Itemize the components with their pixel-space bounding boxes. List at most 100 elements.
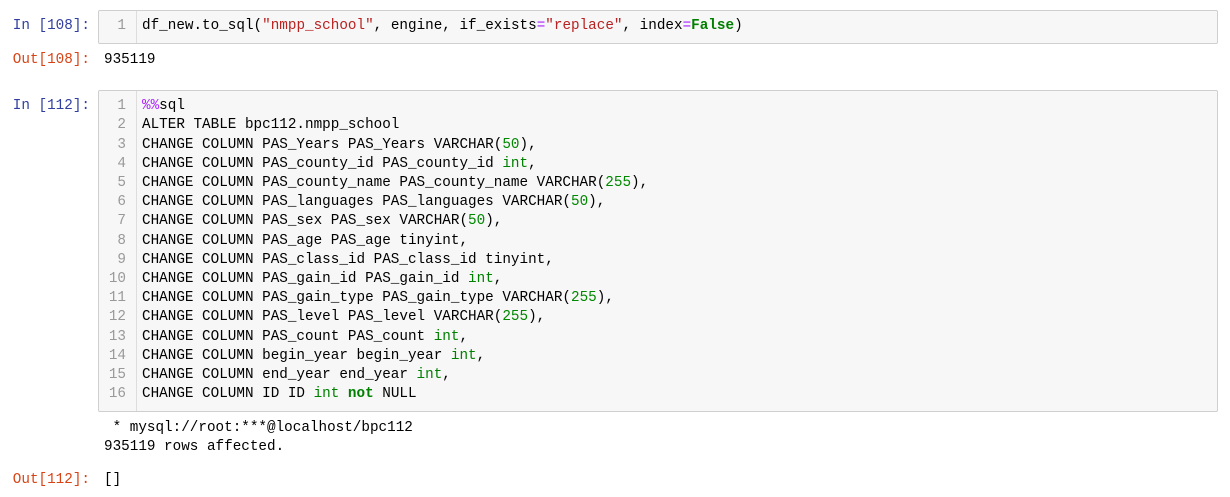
code-token: CHANGE COLUMN PAS_count PAS_count xyxy=(142,328,434,345)
code-token: int xyxy=(433,328,460,345)
result-text: 935119 xyxy=(104,52,156,69)
code-token: "replace" xyxy=(545,18,623,35)
code-line[interactable]: 7 CHANGE COLUMN PAS_sex PAS_sex VARCHAR(5… xyxy=(99,212,1217,231)
code-line[interactable]: 11 CHANGE COLUMN PAS_gain_type PAS_gain_t… xyxy=(99,289,1217,308)
line-number: 13 xyxy=(108,328,126,345)
code-token: ) xyxy=(734,18,743,35)
code-lines: 1 df_new.to_sql("nmpp_school", engine, if… xyxy=(99,17,1217,36)
line-number: 10 xyxy=(108,270,126,287)
code-token: ALTER TABLE bpc112.nmpp_school xyxy=(142,117,400,134)
code-line[interactable]: 15 CHANGE COLUMN end_year end_year int, xyxy=(99,366,1217,385)
code-token: , xyxy=(442,366,451,383)
code-text: CHANGE COLUMN PAS_languages PAS_language… xyxy=(137,193,605,212)
cell-input: In [112]: 1 %%sql 2 ALTER TABLE bpc112.nmpp… xyxy=(0,90,1230,412)
code-token: sql xyxy=(159,98,185,115)
code-token: int xyxy=(416,366,443,383)
line-number: 6 xyxy=(117,194,126,211)
code-token: NULL xyxy=(373,386,417,403)
code-token: 50 xyxy=(570,194,589,211)
code-token: int xyxy=(450,347,477,364)
line-number: 4 xyxy=(117,155,126,172)
line-number: 15 xyxy=(108,366,126,383)
code-token: 255 xyxy=(502,309,529,326)
stream-output: * mysql://root:***@localhost/bpc112 9351… xyxy=(0,419,1230,457)
code-line[interactable]: 6 CHANGE COLUMN PAS_languages PAS_languag… xyxy=(99,193,1217,212)
code-token: int xyxy=(502,155,529,172)
code-line[interactable]: 5 CHANGE COLUMN PAS_county_name PAS_count… xyxy=(99,174,1217,193)
code-token: , xyxy=(528,155,537,172)
code-token: ), xyxy=(588,194,606,211)
out-prompt: Out[108]: xyxy=(12,52,90,69)
code-cell[interactable]: In [108]: 1 df_new.to_sql("nmpp_school", … xyxy=(0,10,1230,71)
code-line[interactable]: 8 CHANGE COLUMN PAS_age PAS_age tinyint, xyxy=(99,232,1217,251)
code-token: int xyxy=(468,270,494,287)
code-token: = xyxy=(536,18,546,35)
code-line[interactable]: 2 ALTER TABLE bpc112.nmpp_school xyxy=(99,116,1217,135)
code-text: CHANGE COLUMN PAS_Years PAS_Years VARCHA… xyxy=(137,136,537,155)
code-token: CHANGE COLUMN ID ID xyxy=(142,386,314,403)
code-line[interactable]: 4 CHANGE COLUMN PAS_county_id PAS_county_… xyxy=(99,155,1217,174)
code-token: , xyxy=(459,328,469,345)
code-token: 50 xyxy=(468,213,486,230)
code-editor[interactable]: 1 %%sql 2 ALTER TABLE bpc112.nmpp_school 3 CH… xyxy=(98,90,1218,412)
code-line[interactable]: 13 CHANGE COLUMN PAS_count PAS_count int, xyxy=(99,328,1217,347)
code-line[interactable]: 1 df_new.to_sql("nmpp_school", engine, if… xyxy=(99,17,1217,36)
code-token: ), xyxy=(631,175,649,192)
code-token: CHANGE COLUMN PAS_gain_id PAS_gain_id xyxy=(142,270,469,287)
code-line[interactable]: 14 CHANGE COLUMN begin_year begin_year in… xyxy=(99,347,1217,366)
code-token: CHANGE COLUMN end_year end_year xyxy=(142,366,417,383)
code-token: int xyxy=(313,386,348,403)
code-token: 255 xyxy=(570,290,597,307)
line-number: 7 xyxy=(117,213,126,230)
code-token: ), xyxy=(485,213,503,230)
code-line[interactable]: 9 CHANGE COLUMN PAS_class_id PAS_class_id… xyxy=(99,251,1217,270)
code-token: CHANGE COLUMN PAS_sex PAS_sex VARCHAR( xyxy=(142,213,469,230)
code-text: CHANGE COLUMN PAS_county_name PAS_county… xyxy=(137,174,648,193)
code-text: %%sql xyxy=(137,97,185,116)
code-token: CHANGE COLUMN PAS_Years PAS_Years VARCHA… xyxy=(142,136,503,153)
code-token: CHANGE COLUMN PAS_level PAS_level VARCHA… xyxy=(142,309,503,326)
code-token: df_new.to_sql( xyxy=(142,18,263,35)
line-number: 9 xyxy=(117,251,126,268)
code-token: ), xyxy=(528,309,546,326)
notebook: In [108]: 1 df_new.to_sql("nmpp_school", … xyxy=(0,0,1230,497)
cell-input: In [108]: 1 df_new.to_sql("nmpp_school", … xyxy=(0,10,1230,44)
code-token: False xyxy=(691,18,735,35)
code-token: not xyxy=(347,386,374,403)
code-token: 50 xyxy=(502,136,520,153)
code-token: , engine, if_exists xyxy=(373,18,537,35)
code-token: , xyxy=(476,347,486,364)
execute-result: Out[108]: 935119 xyxy=(0,51,1230,70)
in-prompt: In [108]: xyxy=(12,18,90,35)
code-line[interactable]: 12 CHANGE COLUMN PAS_level PAS_level VARC… xyxy=(99,308,1217,327)
code-token: CHANGE COLUMN PAS_class_id PAS_class_id … xyxy=(142,251,554,268)
code-text: CHANGE COLUMN PAS_age PAS_age tinyint, xyxy=(137,232,468,251)
out-prompt: Out[112]: xyxy=(12,472,90,489)
code-line[interactable]: 1 %%sql xyxy=(99,97,1217,116)
stream-line: 935119 rows affected. xyxy=(104,439,285,456)
code-text: CHANGE COLUMN PAS_sex PAS_sex VARCHAR(50… xyxy=(137,212,502,231)
code-token: CHANGE COLUMN PAS_age PAS_age tinyint, xyxy=(142,232,469,249)
code-token: ), xyxy=(519,136,537,153)
line-number: 1 xyxy=(117,98,126,115)
line-number: 5 xyxy=(117,175,126,192)
code-text: CHANGE COLUMN PAS_gain_type PAS_gain_typ… xyxy=(137,289,614,308)
code-text: CHANGE COLUMN PAS_level PAS_level VARCHA… xyxy=(137,308,545,327)
code-line[interactable]: 3 CHANGE COLUMN PAS_Years PAS_Years VARCH… xyxy=(99,136,1217,155)
line-number: 8 xyxy=(117,232,126,249)
code-editor[interactable]: 1 df_new.to_sql("nmpp_school", engine, if… xyxy=(98,10,1218,44)
code-token: CHANGE COLUMN PAS_languages PAS_language… xyxy=(142,194,571,211)
code-lines: 1 %%sql 2 ALTER TABLE bpc112.nmpp_school 3 CH… xyxy=(99,97,1217,404)
line-number: 12 xyxy=(108,309,126,326)
code-token: = xyxy=(682,18,692,35)
code-text: CHANGE COLUMN begin_year begin_year int, xyxy=(137,347,485,366)
line-number: 2 xyxy=(117,117,126,134)
line-number: 3 xyxy=(117,136,126,153)
code-token: ), xyxy=(596,290,614,307)
code-line[interactable]: 10 CHANGE COLUMN PAS_gain_id PAS_gain_id … xyxy=(99,270,1217,289)
code-text: ALTER TABLE bpc112.nmpp_school xyxy=(137,116,399,135)
code-line[interactable]: 16 CHANGE COLUMN ID ID int not NULL xyxy=(99,385,1217,404)
code-cell[interactable]: In [112]: 1 %%sql 2 ALTER TABLE bpc112.nmpp… xyxy=(0,90,1230,490)
result-text: [] xyxy=(104,472,122,489)
code-token: 255 xyxy=(605,175,632,192)
